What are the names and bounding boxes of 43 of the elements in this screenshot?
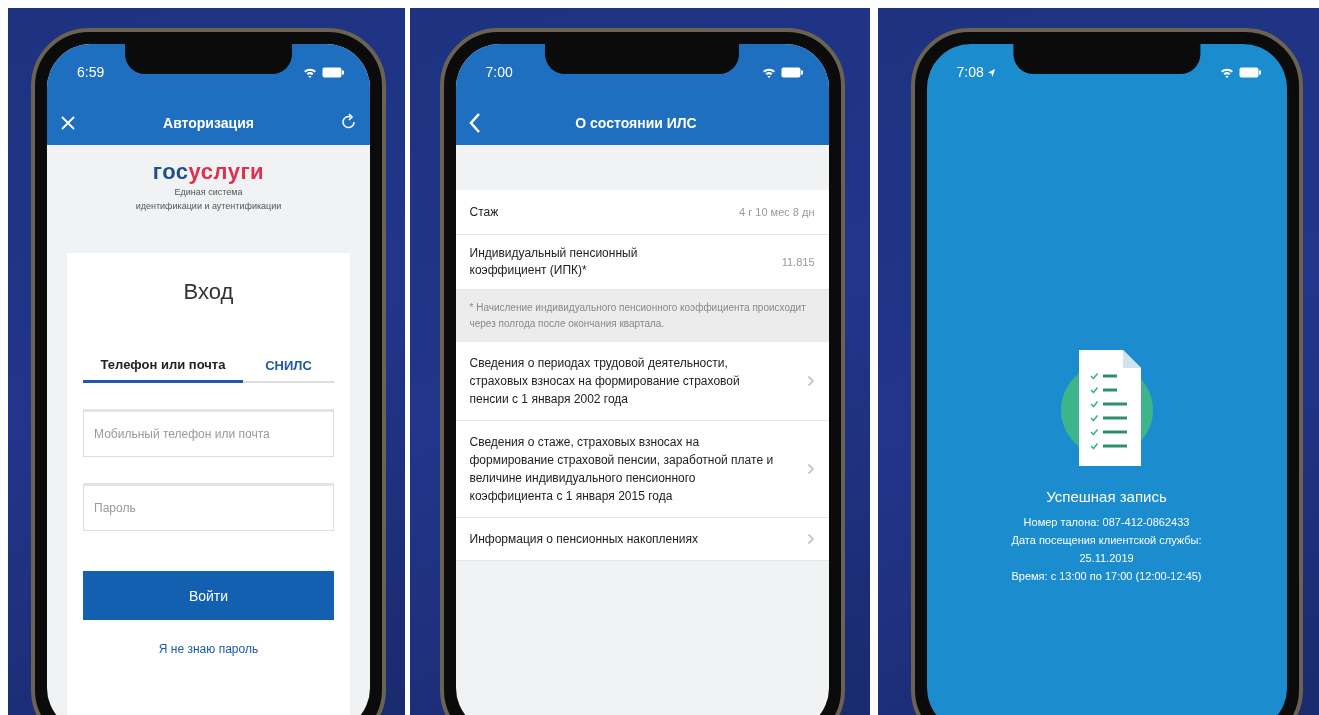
chevron-icon <box>806 533 815 545</box>
logo-subtitle: Единая система <box>174 186 243 199</box>
list-item-text: Информация о пенсионных накоплениях <box>469 531 699 548</box>
row-label: Стаж <box>469 203 499 221</box>
success-title: Успешная запись <box>1046 488 1167 505</box>
login-button[interactable]: Войти <box>83 571 334 620</box>
footnote: * Начисление индивидуального пенсионного коэффициента происходит через полгода после окончания квартала. <box>455 290 829 342</box>
wifi-icon <box>303 66 317 78</box>
battery-icon <box>780 66 803 78</box>
appointment-detail: Дата посещения клиентской службы: <box>1011 533 1202 548</box>
back-icon[interactable] <box>467 111 482 134</box>
battery-icon <box>322 66 344 78</box>
row-value: 11.815 <box>781 256 815 268</box>
appointment-detail: Номер талона: 087-412-0862433 <box>1023 515 1190 530</box>
row-label: Индивидуальный пенсионный коэффициент (ИПК)* <box>469 245 639 279</box>
logo: госуслуги <box>152 159 265 185</box>
row-value: 4 г 10 мес 8 дн <box>739 206 815 218</box>
login-heading: Вход <box>183 279 234 305</box>
battery-icon <box>1238 66 1261 78</box>
chevron-icon <box>806 463 815 475</box>
nav-title: Авторизация <box>162 114 255 131</box>
forgot-password-link[interactable]: Я не знаю пароль <box>158 642 259 656</box>
list-item[interactable]: Сведения о стаже, страховых взносах на формирование страховой пенсии, заработной плате и величине индивидуального пенсионного коэффициента с 1 января 2015 года <box>455 421 829 518</box>
close-icon[interactable] <box>59 113 77 132</box>
location-arrow-icon <box>986 67 996 77</box>
wifi-icon <box>761 66 776 78</box>
status-time: 7:08 <box>956 64 984 80</box>
input-field[interactable]: Мобильный телефон или почта <box>83 409 334 457</box>
input-field[interactable]: Пароль <box>83 483 334 531</box>
chevron-icon <box>806 375 815 387</box>
tab[interactable]: СНИЛС <box>243 349 334 383</box>
status-time: 7:00 <box>485 64 513 80</box>
tab[interactable]: Телефон или почта <box>83 349 243 383</box>
status-time: 6:59 <box>77 64 105 80</box>
logo-subtitle: идентификации и аутентификации <box>135 200 282 213</box>
list-item[interactable]: Информация о пенсионных накоплениях <box>455 518 829 561</box>
wifi-icon <box>1219 66 1234 78</box>
list-item-text: Сведения о стаже, страховых взносах на формирование страховой пенсии, заработной плате и величине индивидуального пенсионного коэффициента с 1 января 2015 года <box>469 434 775 505</box>
nav-title: О состоянии ИЛС <box>574 114 698 131</box>
list-item[interactable]: Сведения о периодах трудовой деятельности, страховых взносах на формирование страховой пенсии с 1 января 2002 года <box>455 342 829 421</box>
appointment-detail: Время: с 13:00 по 17:00 (12:00-12:45) <box>1011 569 1202 584</box>
appointment-detail: 25.11.2019 <box>1079 551 1134 566</box>
list-item-text: Сведения о периодах трудовой деятельности, страховых взносах на формирование страховой пенсии с 1 января 2002 года <box>469 355 741 408</box>
